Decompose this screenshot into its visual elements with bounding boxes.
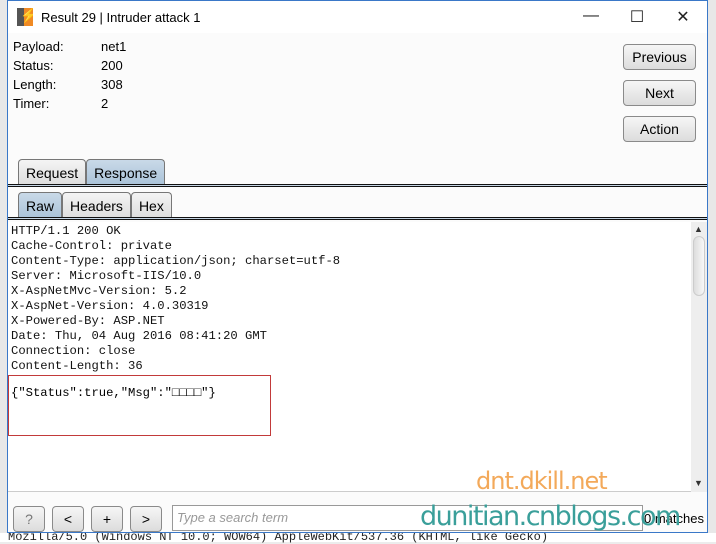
timer-label: Timer: — [13, 96, 50, 111]
minimize-button[interactable]: — — [576, 7, 606, 25]
view-tabs: Raw Headers Hex — [18, 192, 172, 219]
status-label: Status: — [13, 58, 54, 73]
window-title: Result 29 | Intruder attack 1 — [41, 9, 201, 25]
background-text: Mozilla/5.0 (Windows NT 10.0; WOW64) App… — [0, 531, 716, 543]
scrollbar-thumb[interactable] — [693, 236, 705, 296]
response-editor[interactable]: HTTP/1.1 200 OK Cache-Control: private C… — [8, 222, 707, 492]
action-button[interactable]: Action — [623, 116, 696, 142]
title-bar: ⚡ Result 29 | Intruder attack 1 — ☐ ✕ — [8, 1, 707, 33]
subtab-divider — [8, 217, 707, 220]
search-add-button[interactable]: + — [91, 506, 123, 532]
next-button[interactable]: Next — [623, 80, 696, 106]
close-button[interactable]: ✕ — [668, 7, 698, 27]
search-previous-button[interactable]: < — [52, 506, 84, 532]
burp-logo-icon: ⚡ — [17, 8, 33, 26]
tab-raw[interactable]: Raw — [18, 192, 63, 219]
response-body: {"Status":true,"Msg":"□□□□"} — [11, 386, 216, 400]
message-tabs: Request Response — [18, 159, 166, 186]
timer-value: 2 — [101, 96, 109, 111]
tab-divider — [8, 184, 707, 187]
tab-hex[interactable]: Hex — [130, 192, 172, 219]
maximize-button[interactable]: ☐ — [622, 7, 652, 27]
highlight-box — [8, 375, 271, 436]
previous-button[interactable]: Previous — [623, 44, 696, 70]
scroll-up-icon[interactable]: ▲ — [694, 224, 703, 234]
vertical-scrollbar[interactable]: ▲ ▼ — [691, 222, 707, 492]
background-window-right — [708, 0, 716, 533]
search-next-button[interactable]: > — [130, 506, 162, 532]
length-value: 308 — [101, 77, 123, 92]
tab-request[interactable]: Request — [18, 159, 87, 186]
help-button[interactable]: ? — [13, 506, 45, 532]
tab-response[interactable]: Response — [86, 159, 166, 186]
watermark-1: dnt.dkill.net — [476, 467, 608, 495]
scroll-down-icon[interactable]: ▼ — [694, 478, 703, 488]
watermark-2: dunitian.cnblogs.com — [420, 501, 681, 532]
result-window: ⚡ Result 29 | Intruder attack 1 — ☐ ✕ Pa… — [7, 0, 708, 533]
payload-value: net1 — [101, 39, 127, 54]
payload-label: Payload: — [13, 39, 64, 54]
result-info: Payload: net1 Status: 200 Length: 308 Timer… — [13, 39, 126, 115]
status-value: 200 — [101, 58, 123, 73]
tab-headers[interactable]: Headers — [62, 192, 131, 219]
response-headers: HTTP/1.1 200 OK Cache-Control: private C… — [11, 224, 341, 373]
length-label: Length: — [13, 77, 57, 92]
